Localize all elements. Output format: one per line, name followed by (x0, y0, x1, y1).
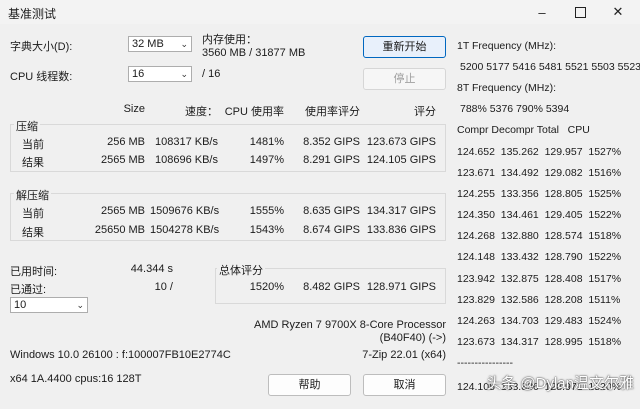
log-row: 124.268 132.880 128.574 1518% (457, 230, 622, 243)
row-label: 结果 (22, 157, 44, 169)
minimize-button[interactable]: – (522, 0, 562, 24)
passed-label: 已通过: (10, 284, 47, 296)
total-rating: 128.971 GIPS (366, 281, 436, 293)
threads-select[interactable]: 16 ⌄ (128, 66, 192, 82)
passed-value: 10 / (154, 281, 173, 293)
row-speed: 1504278 KB/s (150, 224, 220, 236)
row-size: 256 MB (107, 136, 145, 148)
header-cpu-usage: CPU 使用率 (224, 106, 284, 118)
row-rating: 124.105 GIPS (366, 154, 436, 166)
freq-1t-values: 5200 5177 5416 5481 5521 5503 5523 (460, 60, 640, 73)
dict-size-value: 32 MB (132, 38, 164, 50)
log-row: 124.263 134.703 129.483 1524% (457, 315, 622, 328)
cancel-button[interactable]: 取消 (363, 374, 446, 396)
cpu-id: (B40F40) (->) (379, 332, 446, 344)
row-usage-rating: 8.674 GIPS (303, 224, 360, 236)
dict-size-select[interactable]: 32 MB ⌄ (128, 36, 192, 52)
row-usage-rating: 8.352 GIPS (303, 136, 360, 148)
maximize-button[interactable] (560, 0, 600, 24)
passes-value: 10 (14, 299, 27, 311)
row-label: 结果 (22, 227, 44, 239)
maximize-icon (574, 6, 586, 18)
log-header: Compr Decompr Total CPU (457, 124, 590, 137)
stop-button[interactable]: 停止 (363, 68, 446, 90)
restart-button[interactable]: 重新开始 (363, 36, 446, 58)
log-row: 124.255 133.356 128.805 1525% (457, 187, 622, 200)
version-info: 7-Zip 22.01 (x64) (362, 349, 446, 361)
row-speed: 108317 KB/s (155, 136, 218, 148)
row-rating: 133.836 GIPS (366, 224, 436, 236)
row-size: 2565 MB (100, 154, 145, 166)
header-rating: 评分 (414, 106, 436, 118)
minimize-icon: – (538, 4, 546, 20)
memory-value: 3560 MB / 31877 MB (202, 47, 306, 59)
compress-title: 压缩 (14, 118, 40, 134)
row-size: 25650 MB (94, 224, 145, 236)
log-row: 124.148 133.432 128.790 1522% (457, 251, 622, 264)
row-speed: 108696 KB/s (155, 154, 218, 166)
row-size: 2565 MB (100, 205, 145, 217)
total-cpu: 1520% (249, 281, 284, 293)
row-cpu: 1481% (249, 136, 284, 148)
elapsed-value: 44.344 s (130, 263, 173, 275)
chevron-down-icon: ⌄ (76, 300, 84, 310)
log-row: 123.671 134.492 129.082 1516% (457, 166, 622, 179)
log-row: 123.673 134.317 128.995 1518% (457, 336, 622, 349)
total-usage-rating: 8.482 GIPS (303, 281, 360, 293)
decompress-title: 解压缩 (14, 187, 51, 203)
passes-select[interactable]: 10 ⌄ (10, 297, 88, 313)
row-usage-rating: 8.291 GIPS (303, 154, 360, 166)
log-separator: ---------------- (457, 357, 513, 370)
header-speed: 速度： (185, 106, 218, 118)
log-row: 123.829 132.586 128.208 1511% (457, 293, 621, 306)
freq-8t-values: 788% 5376 790% 5394 (460, 103, 570, 116)
threads-value: 16 (132, 68, 145, 80)
threads-total: / 16 (202, 68, 221, 80)
threads-label: CPU 线程数: (10, 71, 73, 83)
chevron-down-icon: ⌄ (180, 69, 188, 79)
title-bar: 基准测试 – ✕ (0, 0, 640, 24)
freq-8t-label: 8T Frequency (MHz): (457, 81, 556, 94)
row-rating: 123.673 GIPS (366, 136, 436, 148)
row-cpu: 1497% (249, 154, 284, 166)
row-label: 当前 (22, 208, 44, 220)
elapsed-label: 已用时间: (10, 266, 58, 278)
close-button[interactable]: ✕ (598, 0, 638, 24)
header-usage-rating: 使用率评分 (305, 106, 360, 118)
row-speed: 1509676 KB/s (150, 205, 220, 217)
memory-label: 内存使用： (202, 34, 257, 46)
log-row: 124.350 134.461 129.405 1522% (457, 209, 622, 222)
row-cpu: 1543% (249, 224, 284, 236)
freq-1t-label: 1T Frequency (MHz): (457, 39, 556, 52)
help-button[interactable]: 帮助 (268, 374, 351, 396)
log-row: 124.652 135.262 129.957 1527% (457, 145, 622, 158)
row-cpu: 1555% (249, 205, 284, 217)
total-rating-title: 总体评分 (217, 262, 265, 278)
cpu-name: AMD Ryzen 7 9700X 8-Core Processor (254, 319, 446, 331)
window-title: 基准测试 (8, 7, 57, 21)
results-log: 1T Frequency (MHz): 5200 5177 5416 5481 … (457, 30, 640, 403)
dict-size-label: 字典大小(D): (10, 41, 73, 53)
row-label: 当前 (22, 139, 44, 151)
log-row: 123.942 132.875 128.408 1517% (457, 272, 622, 285)
close-icon: ✕ (612, 4, 624, 19)
watermark: 头条 @Dylan温文尔雅 (486, 375, 634, 392)
chevron-down-icon: ⌄ (180, 39, 188, 49)
os-info: Windows 10.0 26100 : f:100007FB10E2774C (10, 349, 231, 361)
row-usage-rating: 8.635 GIPS (303, 205, 360, 217)
row-rating: 134.317 GIPS (366, 205, 436, 217)
header-size: Size (123, 103, 145, 115)
arch-info: x64 1A.4400 cpus:16 128T (10, 373, 142, 385)
